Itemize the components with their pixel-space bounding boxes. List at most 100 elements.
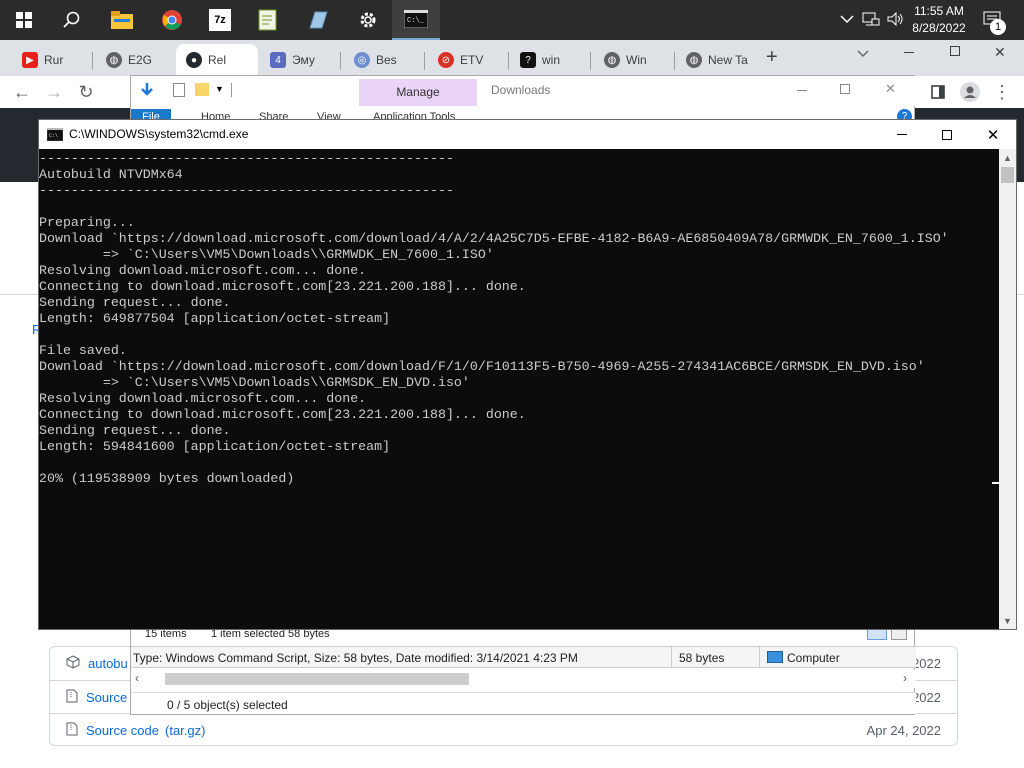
back-arrow-icon[interactable]: ← — [10, 80, 34, 104]
tab-label: Rur — [44, 53, 64, 67]
taskbar: 7z C:\_ 11:55 AM 8/28/2022 1 — [0, 0, 1024, 40]
maximize-icon[interactable] — [840, 84, 850, 94]
vertical-scrollbar[interactable]: ▲ ▼ — [999, 149, 1016, 629]
browser-tab[interactable]: ? win — [510, 44, 588, 76]
search-icon[interactable] — [48, 0, 96, 40]
asset-date: 2022 — [912, 689, 941, 705]
close-icon[interactable]: ✕ — [994, 44, 1006, 61]
forward-arrow-icon[interactable]: → — [42, 80, 66, 104]
browser-tab[interactable]: ⊘ ETV — [428, 44, 506, 76]
reload-icon[interactable]: ↻ — [74, 80, 98, 104]
browser-tab[interactable]: 4 Эму — [260, 44, 338, 76]
svg-text:C:\: C:\ — [49, 133, 58, 139]
menu-kebab-icon[interactable]: ⋮ — [990, 80, 1014, 104]
clock-date[interactable]: 8/28/2022 — [908, 21, 970, 36]
notepad-plus-icon[interactable] — [244, 0, 292, 40]
scrollbar-thumb[interactable] — [1001, 167, 1014, 183]
browser-tab[interactable]: ◍ New Ta — [676, 44, 754, 76]
details-location: Computer — [787, 651, 840, 665]
minimize-icon[interactable] — [904, 52, 914, 53]
minimize-button[interactable] — [879, 120, 925, 149]
status-selected: 0 / 5 object(s) selected — [167, 698, 288, 712]
restore-icon[interactable] — [950, 46, 960, 56]
tab-label: New Ta — [708, 53, 748, 67]
chrome-icon[interactable] — [148, 0, 196, 40]
asset-link[interactable]: autobu — [88, 656, 128, 671]
avatar-icon[interactable] — [958, 80, 982, 104]
asset-date: 2022 — [912, 656, 941, 671]
package-icon — [66, 655, 80, 672]
browser-tab[interactable]: ▶ Rur — [12, 44, 92, 76]
maximize-button[interactable] — [924, 120, 970, 149]
dropdown-icon[interactable]: ▼ — [215, 84, 224, 94]
explorer-quick-access-toolbar: ▼ Manage Downloads ✕ — [131, 76, 916, 106]
minimize-icon[interactable] — [797, 90, 807, 91]
scroll-down-arrow-icon[interactable]: ▼ — [999, 612, 1016, 629]
details-bar: Type: Windows Command Script, Size: 58 b… — [131, 646, 916, 668]
browser-tab[interactable]: ◎ Bes — [344, 44, 422, 76]
tab-label: win — [542, 53, 561, 67]
browser-tab[interactable]: ◍ Win — [594, 44, 672, 76]
tab-label: Rel — [208, 53, 227, 67]
notification-badge: 1 — [990, 19, 1006, 35]
github-icon: ● — [186, 52, 202, 68]
console-output: ----------------------------------------… — [39, 151, 949, 486]
cmd-icon: C:\ — [46, 127, 64, 144]
chevron-down-icon[interactable] — [856, 48, 870, 62]
globe-icon: ◍ — [604, 52, 620, 68]
details-size: 58 bytes — [679, 651, 725, 665]
window-title: C:\WINDOWS\system32\cmd.exe — [69, 127, 249, 141]
chevron-up-icon[interactable] — [840, 12, 854, 27]
asset-link[interactable]: Source code — [86, 723, 159, 738]
manage-tab[interactable]: Manage — [359, 79, 477, 106]
asset-suffix[interactable]: (tar.gz) — [165, 723, 205, 738]
file-explorer-icon[interactable] — [98, 0, 146, 40]
cmd-window[interactable]: C:\ C:\WINDOWS\system32\cmd.exe ✕ ------… — [38, 119, 1017, 630]
close-icon[interactable]: ✕ — [885, 81, 896, 97]
file-zip-icon — [66, 722, 78, 739]
minimize-icon — [897, 134, 907, 135]
scroll-up-arrow-icon[interactable]: ▲ — [999, 149, 1016, 166]
youtube-icon: ▶ — [22, 52, 38, 68]
new-tab-button[interactable]: + — [766, 46, 778, 69]
scrollbar-thumb[interactable] — [165, 673, 469, 685]
list-item[interactable]: Source code (tar.gz) Apr 24, 2022 — [50, 713, 957, 746]
properties-icon[interactable] — [173, 83, 185, 97]
globe-icon: ◍ — [106, 52, 122, 68]
app-icon[interactable] — [294, 0, 342, 40]
status-bar-bottom: 0 / 5 object(s) selected — [131, 692, 916, 714]
cmd-title-bar[interactable]: C:\ C:\WINDOWS\system32\cmd.exe ✕ — [39, 120, 1016, 149]
maximize-icon — [942, 129, 952, 140]
svg-text:C:\_: C:\_ — [407, 17, 425, 25]
scroll-left-arrow-icon[interactable]: ‹ — [135, 671, 139, 685]
app-icon: 4 — [270, 52, 286, 68]
tab-label: ETV — [460, 53, 484, 67]
close-button[interactable]: ✕ — [970, 120, 1016, 149]
close-icon: ✕ — [986, 126, 1000, 144]
network-icon[interactable] — [862, 11, 880, 30]
download-arrow-icon[interactable] — [139, 82, 155, 101]
folder-icon[interactable] — [195, 83, 209, 96]
file-zip-icon — [66, 689, 78, 706]
clock-time[interactable]: 11:55 AM — [908, 4, 970, 19]
horizontal-scrollbar[interactable]: ‹ › — [131, 670, 916, 688]
7zip-icon[interactable]: 7z — [196, 0, 244, 40]
settings-gear-icon[interactable] — [344, 0, 392, 40]
app-icon: ◎ — [354, 52, 370, 68]
asset-date: Apr 24, 2022 — [866, 722, 941, 738]
side-panel-icon[interactable] — [926, 80, 950, 104]
browser-tab-active[interactable]: ● Rel — [176, 44, 258, 76]
tab-label: E2G — [128, 53, 153, 67]
tab-label: Bes — [376, 53, 397, 67]
help-icon: ? — [520, 52, 536, 68]
windows-start-icon[interactable] — [0, 0, 48, 40]
cmd-icon[interactable]: C:\_ — [392, 0, 440, 40]
browser-tab-strip: ▶ Rur ◍ E2G ● Rel 4 Эму ◎ Bes ⊘ ETV ? wi… — [0, 40, 1024, 76]
window-title: Downloads — [491, 83, 551, 97]
browser-tab[interactable]: ◍ E2G — [96, 44, 174, 76]
scroll-right-arrow-icon[interactable]: › — [903, 671, 907, 685]
app-icon: ⊘ — [438, 52, 454, 68]
console-output-area[interactable]: ----------------------------------------… — [39, 149, 999, 629]
computer-icon — [767, 651, 783, 663]
volume-icon[interactable] — [886, 11, 904, 30]
